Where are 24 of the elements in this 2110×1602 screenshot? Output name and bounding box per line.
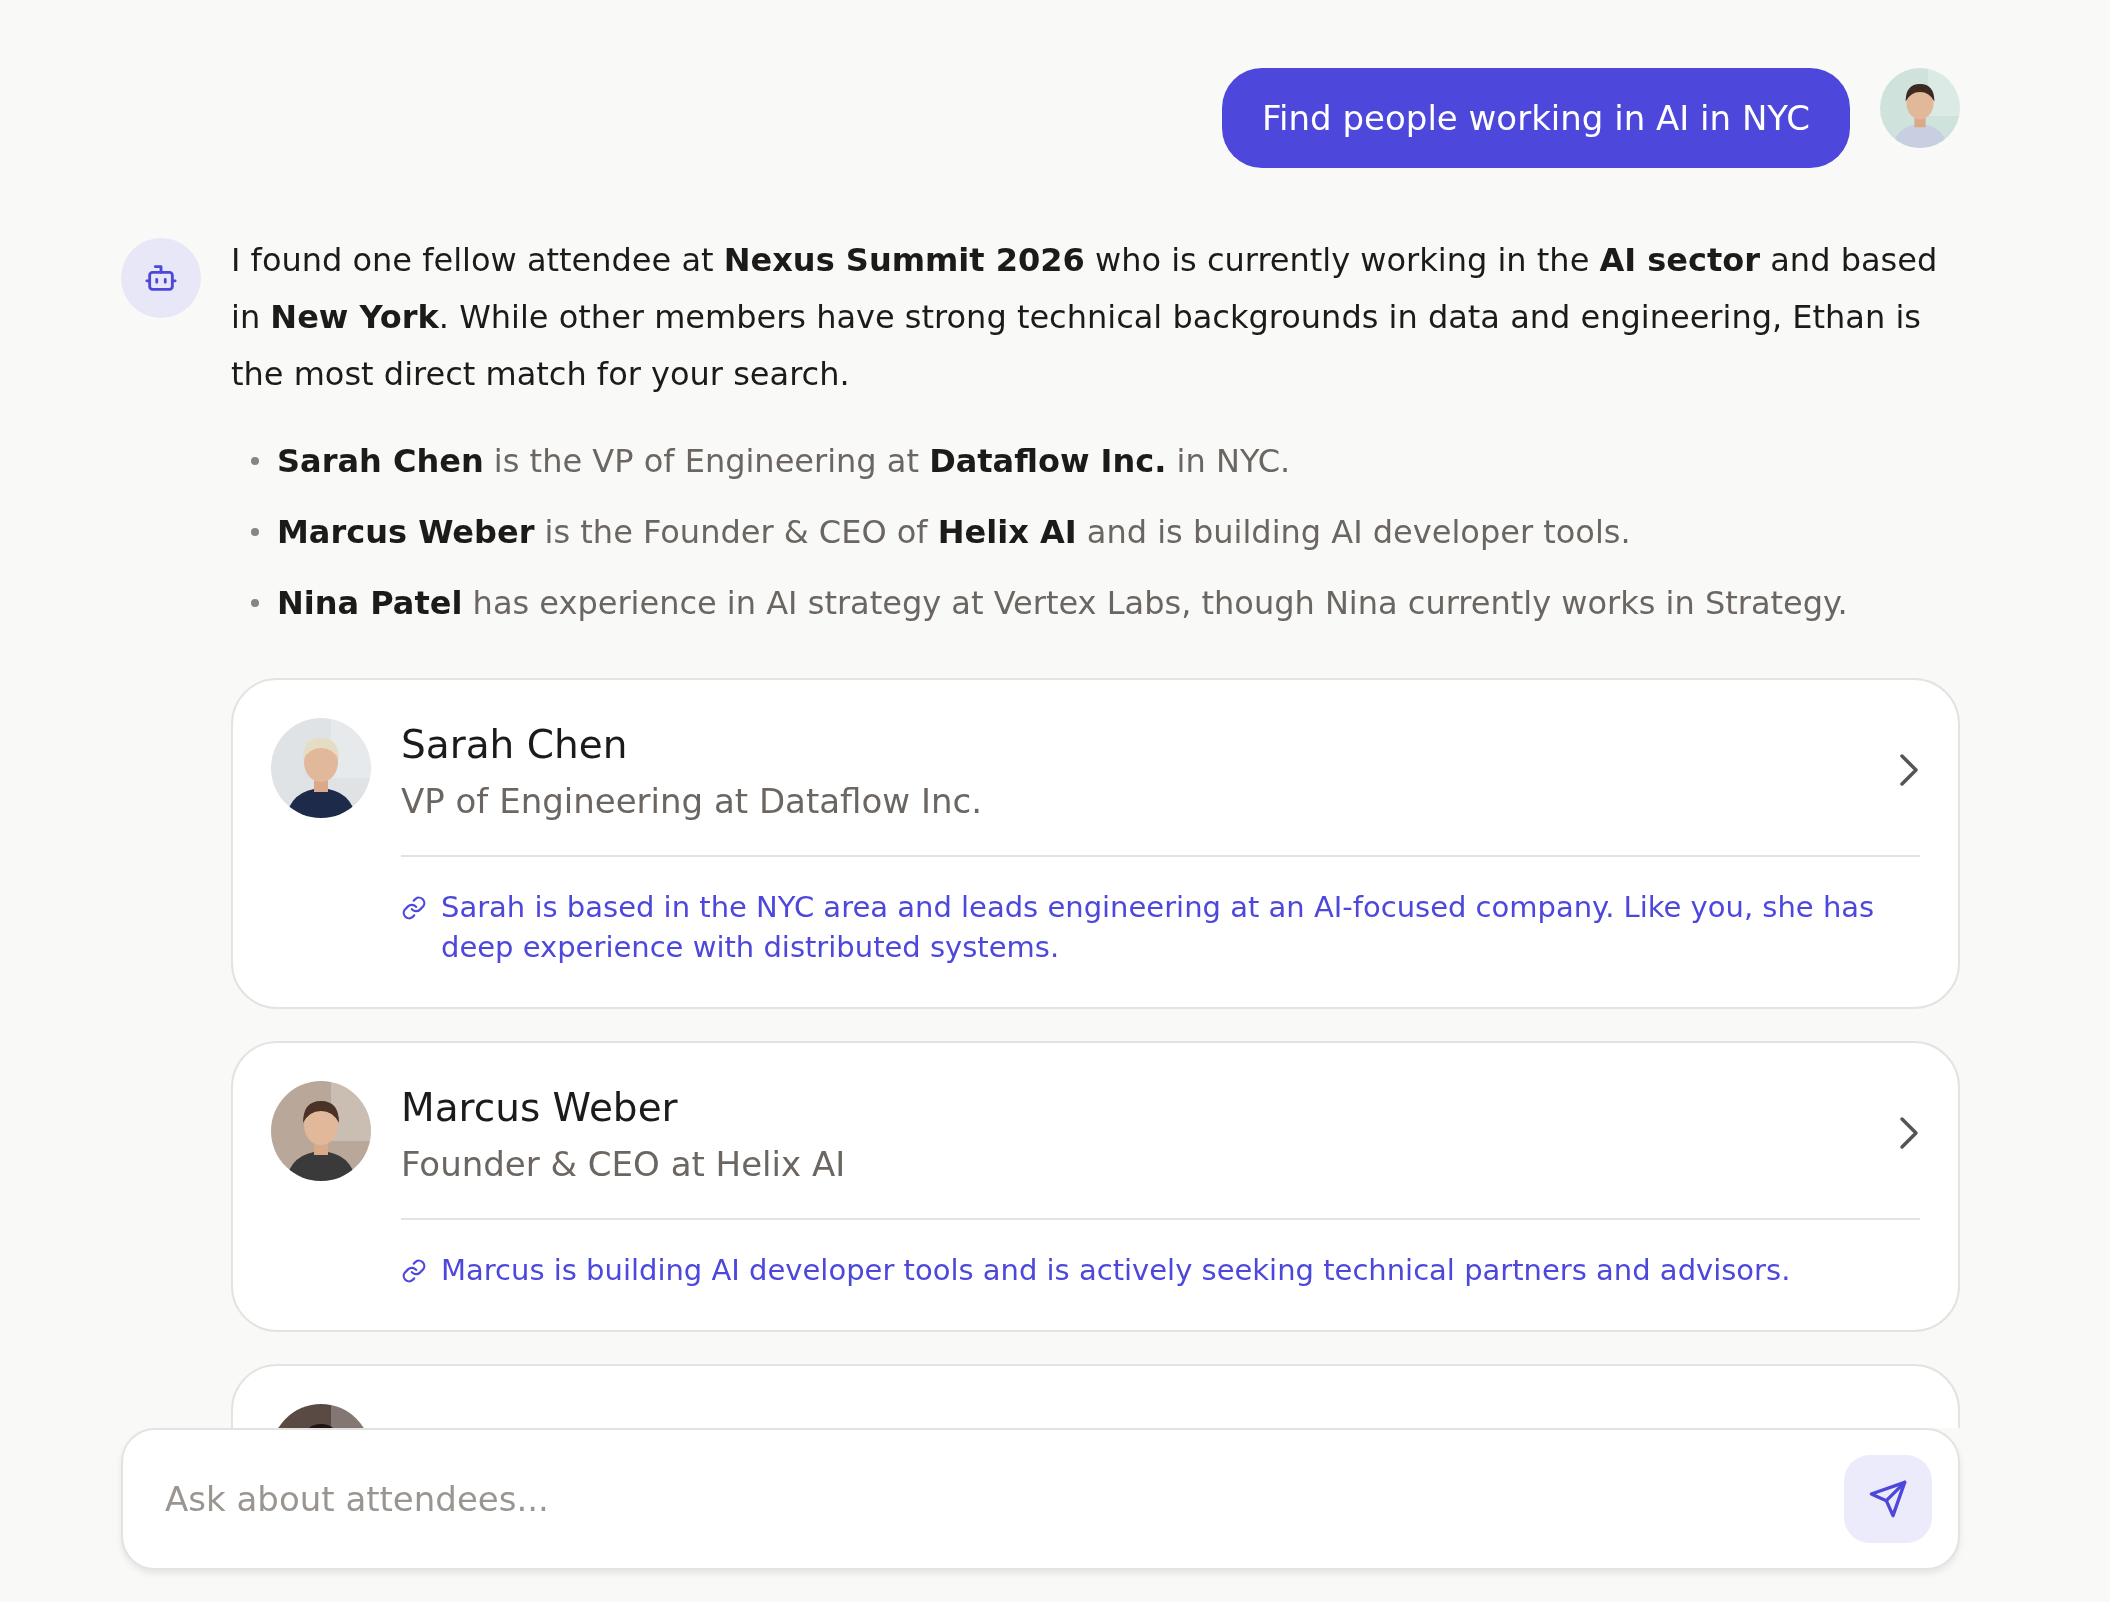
bullet-icon bbox=[251, 598, 259, 607]
attendee-name: Sarah Chen bbox=[401, 722, 629, 767]
attendee-card[interactable]: Marcus Weber Founder & CEO at Helix AI Marcus is building AI developer tools and is actively seeking technical partners and advisors. bbox=[231, 1041, 1960, 1332]
bullet-text: Nina Patel has experience in AI strategy at Vertex Labs, though Nina currently works in Strategy. bbox=[277, 583, 1848, 622]
send-icon bbox=[1868, 1479, 1908, 1519]
bullet-icon bbox=[251, 527, 259, 536]
bullet-text: Marcus Weber is the Founder & CEO of Helix AI and is building AI developer tools. bbox=[277, 512, 1631, 551]
bullet-icon bbox=[251, 456, 259, 465]
assistant-message: I found one fellow attendee at Nexus Summit 2026 who is currently working in the AI sector and based in New York. While other members have strong technical backgrounds in data and engineering, Ethan is the most direct match for your search. bbox=[231, 240, 1939, 395]
send-button[interactable] bbox=[1844, 1455, 1932, 1543]
chevron-right-icon bbox=[1898, 1114, 1920, 1151]
link-icon bbox=[401, 1258, 427, 1284]
attendee-title: VP of Engineering at Dataflow Inc. bbox=[401, 781, 984, 821]
match-reason: Sarah is based in the NYC area and leads engineering at an AI-focused company. Like you, she has deep experience with distributed systems. bbox=[441, 889, 1876, 966]
chevron-right-icon bbox=[1898, 751, 1920, 788]
composer-bar[interactable]: Ask about attendees... bbox=[121, 1428, 1960, 1570]
match-reason: Marcus is building AI developer tools and is actively seeking technical partners and advisors. bbox=[441, 1252, 1792, 1289]
message-field[interactable]: Ask about attendees... bbox=[163, 1478, 1844, 1520]
attendee-card[interactable]: Sarah Chen VP of Engineering at Dataflow Inc. Sarah is based in the NYC area and leads engineering at an AI-focused company. Like you, she has deep experience with distributed systems. bbox=[231, 678, 1960, 1009]
attendee-name: Marcus Weber bbox=[401, 1085, 679, 1130]
link-icon bbox=[401, 895, 427, 921]
attendee-title: Founder & CEO at Helix AI bbox=[401, 1144, 847, 1184]
user-message: Find people working in AI in NYC bbox=[1222, 68, 1850, 168]
bullet-text: Sarah Chen is the VP of Engineering at Dataflow Inc. in NYC. bbox=[277, 441, 1291, 480]
